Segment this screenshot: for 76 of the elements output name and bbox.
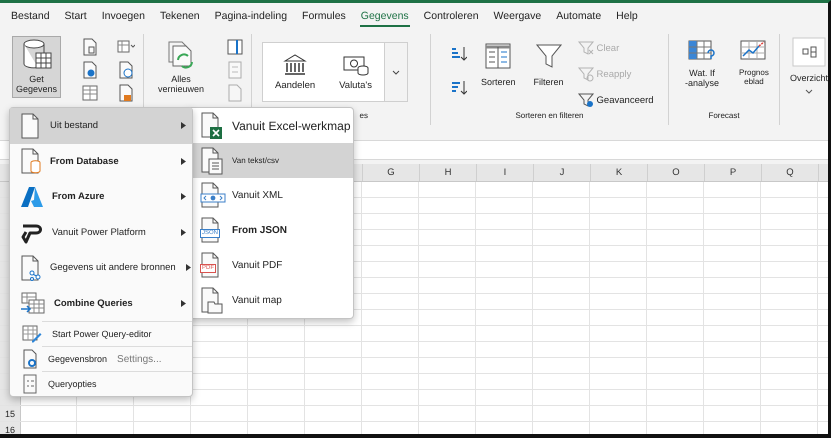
data-type-option[interactable]: Valuta's	[327, 43, 384, 101]
data-type-option[interactable]: Aandelen	[263, 43, 328, 101]
submenu-arrow-icon	[181, 193, 186, 200]
menu-item[interactable]: Start Power Query-editor	[10, 322, 192, 346]
filter-icon	[536, 43, 562, 69]
menu-item[interactable]: Vanuit Power Platform	[10, 214, 192, 250]
submenu-arrow-icon	[181, 158, 186, 165]
bank-icon	[283, 54, 308, 76]
filter-refresh-icon	[578, 66, 594, 82]
ribbon-tab[interactable]: Gegevens	[360, 6, 410, 26]
sort-ascending-icon[interactable]	[451, 46, 467, 62]
sort-descending-icon[interactable]	[451, 80, 467, 96]
outline-icon	[792, 37, 826, 67]
ribbon-tab[interactable]: Help	[615, 6, 639, 26]
database-file-icon	[20, 148, 42, 174]
group-label: Forecast	[707, 111, 741, 122]
xml-file-icon	[200, 182, 226, 210]
ribbon-tab[interactable]: Weergave	[492, 6, 542, 26]
submenu-arrow-icon	[186, 264, 191, 272]
table-icon[interactable]	[81, 84, 100, 102]
filter-clear-icon	[578, 40, 594, 56]
sort-button[interactable]: Sorteren	[477, 36, 520, 90]
row-header[interactable]: 16	[0, 422, 21, 434]
properties-icon[interactable]	[226, 38, 244, 56]
text-file-icon	[200, 146, 224, 174]
sort-dialog-icon	[485, 43, 512, 69]
menu-item[interactable]: Queryopties	[10, 372, 192, 396]
refresh-all-button[interactable]: Alles vernieuwen	[154, 36, 208, 98]
web-file-icon[interactable]	[81, 61, 100, 79]
column-header[interactable]: J	[534, 164, 591, 181]
forecast-sheet-button[interactable]: Prognos eblad	[735, 36, 773, 90]
menu-item[interactable]: Gegevens uit andere bronnen	[10, 250, 192, 286]
ribbon-tab[interactable]: Tekenen	[158, 6, 201, 26]
group-label: es	[360, 111, 368, 120]
chevron-down-icon	[805, 89, 813, 94]
lock-file-icon[interactable]	[117, 84, 136, 102]
ribbon-tab[interactable]: Controleren	[422, 6, 480, 26]
what-if-button[interactable]: Wat. If -analyse	[681, 36, 724, 92]
folder-file-icon	[200, 286, 224, 314]
ribbon-tab[interactable]: Formules	[301, 6, 347, 26]
filter-button[interactable]: Filteren	[530, 36, 568, 90]
ribbon-tab[interactable]: Pagina-indeling	[214, 6, 288, 26]
ribbon-tab[interactable]: Automate	[555, 6, 602, 26]
ribbon-tab[interactable]: Bestand	[10, 6, 51, 26]
submenu-arrow-icon	[181, 228, 186, 236]
submenu-arrow-icon	[181, 300, 186, 307]
settings-file-icon	[22, 349, 38, 369]
column-header[interactable]: H	[420, 164, 477, 181]
get-data-button[interactable]: Get Gegevens	[12, 36, 62, 98]
column-header[interactable]: O	[648, 164, 705, 181]
options-list-icon	[22, 374, 38, 394]
table-edit-icon	[22, 325, 42, 343]
outline-button[interactable]: Overzicht	[786, 34, 828, 98]
group-label: Sorteren en filteren	[514, 111, 585, 122]
combine-table-icon	[20, 291, 46, 316]
ribbon-tab[interactable]: Invoegen	[100, 6, 146, 26]
money-coins-icon	[342, 54, 369, 76]
menu-item[interactable]: Uit bestand	[10, 108, 192, 144]
chevron-down-icon	[392, 70, 400, 74]
submenu-arrow-icon	[181, 122, 186, 130]
connected-file-icon	[20, 254, 42, 281]
menu-item[interactable]: Combine Queries	[10, 286, 192, 321]
menu-item[interactable]: From Azure	[10, 179, 192, 214]
cloud-logo-icon	[20, 184, 44, 209]
menu-item[interactable]: Gegevensbron Settings...	[10, 347, 192, 371]
column-header[interactable]: K	[591, 164, 648, 181]
row-header[interactable]: 15	[0, 406, 21, 421]
column-header[interactable]: G	[363, 164, 420, 181]
text-file-icon[interactable]	[81, 38, 100, 56]
column-header[interactable]: Q	[762, 164, 819, 181]
column-header[interactable]: I	[477, 164, 534, 181]
column-header[interactable]: P	[705, 164, 762, 181]
advanced-filter-button[interactable]: Geavanceerd	[578, 92, 654, 108]
database-table-icon	[22, 39, 52, 71]
ribbon-tab[interactable]: Start	[64, 6, 88, 26]
excel-file-icon	[200, 112, 224, 140]
